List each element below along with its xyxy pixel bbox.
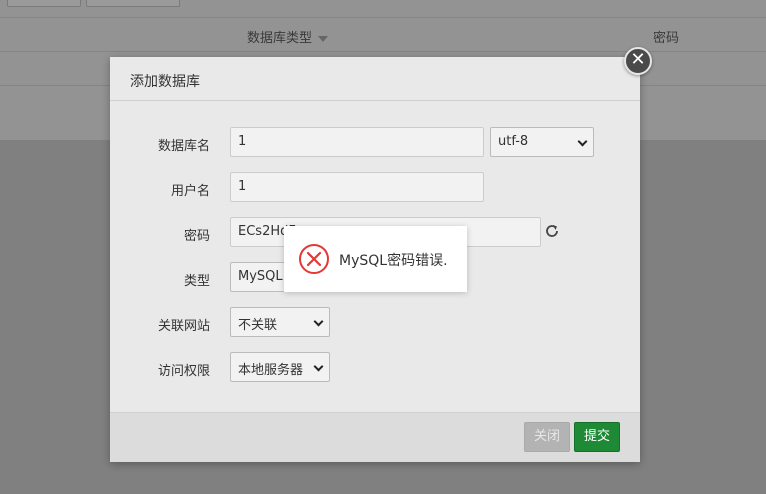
close-button[interactable]: 关闭 (524, 422, 570, 452)
row-username: 用户名 1 (110, 172, 640, 202)
chevron-down-icon (313, 316, 324, 327)
username-input[interactable]: 1 (230, 172, 484, 202)
access-value: 本地服务器 (238, 363, 304, 378)
background-table-header: 数据库类型 密码 (0, 17, 766, 52)
username-label: 用户名 (170, 184, 210, 199)
column-db-type: 数据库类型 (247, 27, 329, 46)
background-button (86, 0, 180, 7)
row-db-name: 数据库名 1 utf-8 (110, 127, 640, 157)
refresh-icon[interactable] (544, 223, 560, 239)
access-select[interactable]: 本地服务器 (230, 352, 330, 382)
dialog-header: 添加数据库 (110, 57, 640, 101)
chevron-down-icon (313, 361, 324, 372)
error-toast: MySQL密码错误. (284, 226, 467, 292)
row-access: 访问权限 本地服务器 (110, 352, 640, 382)
db-name-label: 数据库名 (157, 139, 210, 154)
close-icon[interactable]: ✕ (624, 47, 652, 75)
chevron-down-icon (577, 136, 588, 147)
access-label: 访问权限 (157, 364, 210, 379)
site-value: 不关联 (238, 318, 278, 333)
sort-down-icon (318, 35, 329, 42)
password-label: 密码 (183, 229, 210, 244)
type-value: MySQL (238, 269, 283, 284)
db-name-input[interactable]: 1 (230, 127, 484, 157)
submit-button[interactable]: 提交 (574, 422, 620, 452)
column-password: 密码 (653, 31, 680, 46)
toast-message: MySQL密码错误. (339, 253, 448, 269)
type-label: 类型 (183, 274, 210, 289)
row-site: 关联网站 不关联 (110, 307, 640, 337)
charset-select[interactable]: utf-8 (490, 127, 594, 157)
dialog-footer: 关闭 提交 (110, 412, 640, 462)
error-circle-x-icon (299, 244, 329, 274)
charset-value: utf-8 (498, 134, 529, 149)
site-label: 关联网站 (157, 319, 210, 334)
dialog-title: 添加数据库 (130, 74, 200, 90)
background-button (7, 0, 81, 7)
site-select[interactable]: 不关联 (230, 307, 330, 337)
